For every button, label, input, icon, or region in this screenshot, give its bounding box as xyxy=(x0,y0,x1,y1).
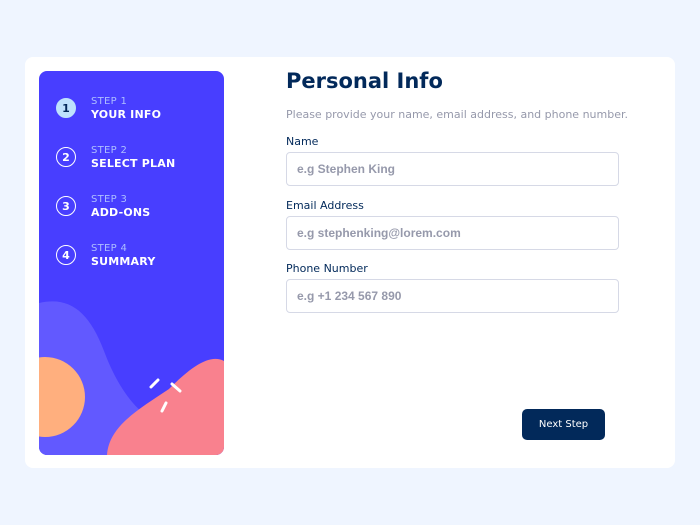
name-label: Name xyxy=(286,135,319,148)
next-step-button[interactable]: Next Step xyxy=(522,409,605,440)
form-main: Personal Info Please provide your name, … xyxy=(286,57,628,468)
step-sidebar: 1 STEP 1 YOUR INFO 2 STEP 2 SELECT PLAN … xyxy=(39,71,224,455)
step-title: YOUR INFO xyxy=(91,108,162,121)
email-input[interactable] xyxy=(286,216,619,250)
step-caption: STEP 4 xyxy=(91,243,128,254)
name-input[interactable] xyxy=(286,152,619,186)
phone-input[interactable] xyxy=(286,279,619,313)
page-title: Personal Info xyxy=(286,69,443,93)
step-number-badge: 2 xyxy=(56,147,76,167)
page-subtitle: Please provide your name, email address,… xyxy=(286,108,628,121)
phone-label: Phone Number xyxy=(286,262,368,275)
step-number-badge: 1 xyxy=(56,98,76,118)
step-title: SUMMARY xyxy=(91,255,156,268)
step-caption: STEP 1 xyxy=(91,96,128,107)
step-title: ADD-ONS xyxy=(91,206,151,219)
step-number-badge: 4 xyxy=(56,245,76,265)
form-card: 1 STEP 1 YOUR INFO 2 STEP 2 SELECT PLAN … xyxy=(25,57,675,468)
step-caption: STEP 3 xyxy=(91,194,128,205)
step-caption: STEP 2 xyxy=(91,145,128,156)
step-number-badge: 3 xyxy=(56,196,76,216)
email-label: Email Address xyxy=(286,199,364,212)
step-title: SELECT PLAN xyxy=(91,157,176,170)
